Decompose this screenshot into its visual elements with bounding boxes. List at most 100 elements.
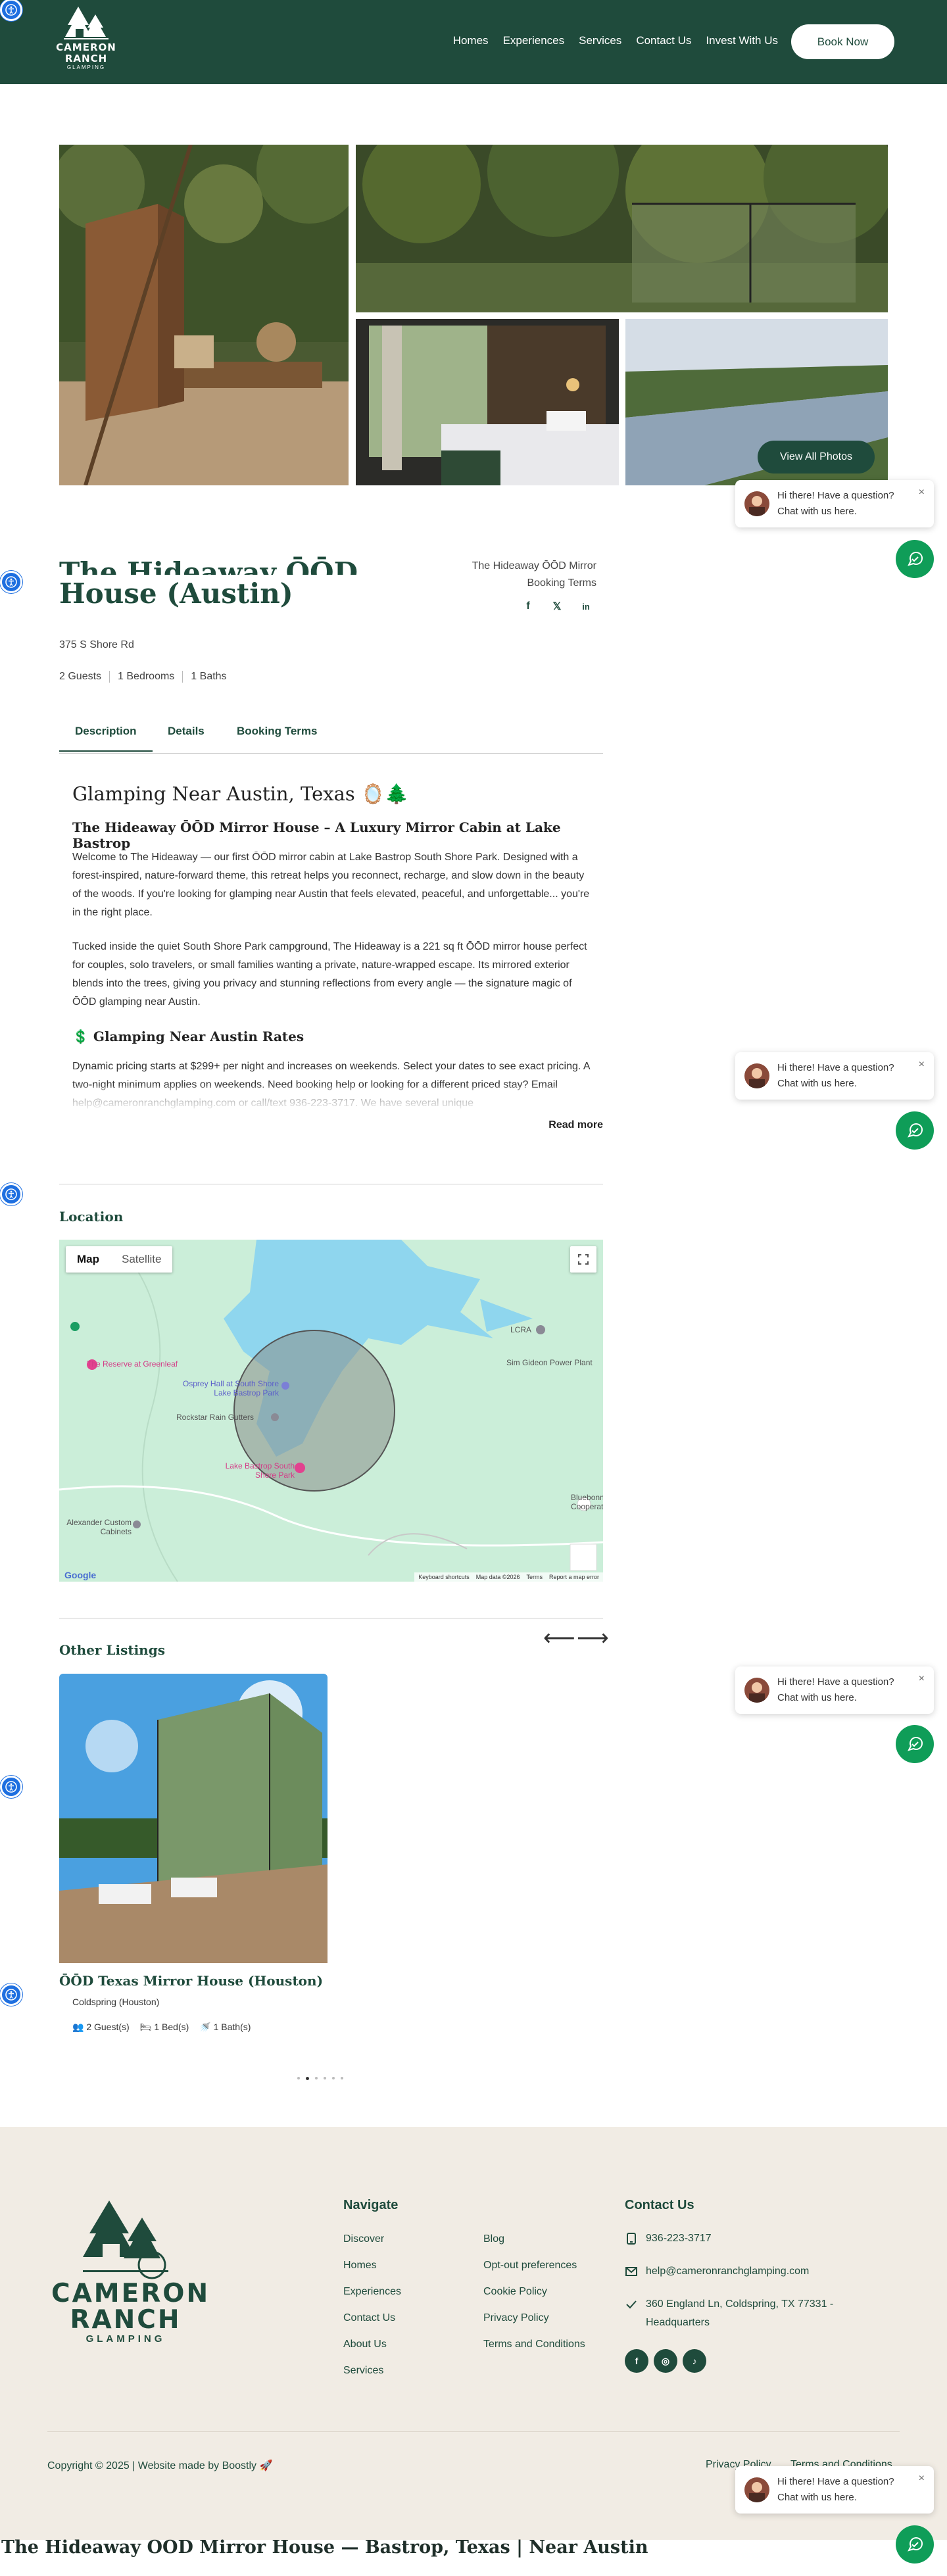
accessibility-button[interactable] bbox=[0, 1983, 22, 2006]
satellite-tab[interactable]: Satellite bbox=[110, 1246, 172, 1273]
footer-link-cookie-policy[interactable]: Cookie Policy bbox=[483, 2286, 547, 2298]
chat-launcher-button[interactable] bbox=[896, 540, 934, 578]
tab-details[interactable]: Details bbox=[168, 725, 205, 738]
chat-line2: Chat with us here. bbox=[777, 506, 857, 517]
chat-bubble-icon bbox=[908, 552, 923, 566]
chat-launcher-button[interactable] bbox=[896, 1725, 934, 1763]
linkedin-share-icon[interactable]: in bbox=[579, 600, 593, 613]
description-paragraph-2: Tucked inside the quiet South Shore Park… bbox=[72, 941, 587, 1008]
map-place-label: LCRA bbox=[510, 1325, 532, 1334]
card-guests-text: 2 Guest(s) bbox=[86, 2022, 130, 2032]
chat-popup[interactable]: Hi there! Have a question? Chat with us h… bbox=[735, 1666, 934, 1714]
pine-trees-logo-icon bbox=[64, 7, 109, 39]
description-subheading: The Hideaway ŌŌD Mirror House – A Luxury… bbox=[72, 819, 561, 851]
guests-icon: 👥 bbox=[72, 2022, 84, 2032]
map-fullscreen-button[interactable] bbox=[570, 1246, 596, 1273]
accessibility-button[interactable] bbox=[0, 571, 22, 593]
main-nav: Homes Experiences Services Contact Us In… bbox=[453, 34, 778, 47]
facebook-share-icon[interactable]: f bbox=[522, 600, 535, 613]
map-footer-item: Map data ©2026 bbox=[475, 1574, 520, 1580]
footer-phone[interactable]: 936-223-3717 bbox=[625, 2229, 712, 2248]
carousel-dot-active[interactable] bbox=[306, 2077, 309, 2080]
card-beds: 🛏 1 Bed(s) bbox=[140, 2022, 189, 2033]
nav-experiences[interactable]: Experiences bbox=[503, 34, 565, 47]
chat-close-icon[interactable]: × bbox=[919, 2473, 925, 2485]
page-title: The Hideaway OOD Mirror House — Bastrop,… bbox=[1, 2537, 648, 2558]
stat-baths: 1 Baths bbox=[182, 671, 234, 683]
footer-email[interactable]: help@cameronranchglamping.com bbox=[625, 2262, 809, 2281]
chat-close-icon[interactable]: × bbox=[919, 1059, 925, 1071]
chat-popup[interactable]: Hi there! Have a question? Chat with us h… bbox=[735, 480, 934, 527]
booking-terms-link[interactable]: Booking Terms bbox=[527, 577, 596, 589]
carousel-prev-arrow-icon[interactable]: ⟵ bbox=[543, 1627, 575, 1649]
footer-link-contact-us[interactable]: Contact Us bbox=[343, 2312, 395, 2324]
footer-link-opt-out[interactable]: Opt-out preferences bbox=[483, 2260, 577, 2272]
footer-instagram-icon[interactable]: ◎ bbox=[654, 2349, 677, 2373]
header-logo[interactable]: CAMERON RANCH GLAMPING bbox=[51, 5, 121, 79]
chat-line2: Chat with us here. bbox=[777, 1692, 857, 1703]
map-footer-item[interactable]: Keyboard shortcuts bbox=[418, 1572, 470, 1582]
carousel-dot[interactable] bbox=[324, 2077, 326, 2079]
carousel-dot[interactable] bbox=[332, 2077, 335, 2079]
book-now-button[interactable]: Book Now bbox=[791, 24, 894, 59]
footer-link-services[interactable]: Services bbox=[343, 2365, 383, 2377]
description-heading: Glamping Near Austin, Texas 🪞🌲 bbox=[72, 783, 409, 805]
nav-homes[interactable]: Homes bbox=[453, 34, 489, 47]
footer-facebook-icon[interactable]: f bbox=[625, 2349, 648, 2373]
footer-email-text[interactable]: help@cameronranchglamping.com bbox=[646, 2266, 809, 2277]
chat-line2: Chat with us here. bbox=[777, 2492, 857, 2503]
gallery-photo-outhouse[interactable] bbox=[59, 145, 349, 485]
x-share-icon[interactable]: 𝕏 bbox=[550, 600, 564, 613]
view-all-photos-button[interactable]: View All Photos bbox=[758, 441, 875, 474]
gallery-photo-forest-mirror[interactable] bbox=[356, 145, 888, 312]
carousel-next-arrow-icon[interactable]: ⟶ bbox=[577, 1627, 609, 1649]
nav-services[interactable]: Services bbox=[579, 34, 621, 47]
location-map[interactable]: The Reserve at Greenleaf Osprey Hall at … bbox=[59, 1240, 603, 1582]
carousel-dot[interactable] bbox=[297, 2077, 300, 2079]
listing-card-title[interactable]: ŌŌD Texas Mirror House (Houston) bbox=[59, 1973, 323, 1989]
footer-link-terms[interactable]: Terms and Conditions bbox=[483, 2339, 585, 2350]
listing-card-image[interactable] bbox=[59, 1674, 328, 1963]
chat-popup[interactable]: Hi there! Have a question? Chat with us h… bbox=[735, 1052, 934, 1100]
map-tab[interactable]: Map bbox=[66, 1246, 110, 1273]
carousel-dot[interactable] bbox=[341, 2077, 343, 2079]
tab-booking-terms[interactable]: Booking Terms bbox=[237, 725, 317, 738]
footer-link-experiences[interactable]: Experiences bbox=[343, 2286, 401, 2298]
footer-link-discover[interactable]: Discover bbox=[343, 2233, 384, 2245]
footer-address-line2: Headquarters bbox=[646, 2317, 710, 2328]
map-place-label: Sim Gideon Power Plant bbox=[506, 1358, 593, 1367]
footer-logo[interactable]: CAMERON RANCH GLAMPING bbox=[51, 2198, 208, 2345]
footer-link-blog[interactable]: Blog bbox=[483, 2233, 504, 2245]
footer-address-line1: 360 England Ln, Coldspring, TX 77331 - bbox=[646, 2298, 834, 2310]
nav-invest-with-us[interactable]: Invest With Us bbox=[706, 34, 778, 47]
footer-copyright: Copyright © 2025 | Website made by Boost… bbox=[47, 2460, 273, 2471]
map-footer-item[interactable]: Terms bbox=[526, 1572, 543, 1582]
card-baths: 🚿 1 Bath(s) bbox=[199, 2022, 251, 2033]
map-footer-item[interactable]: Report a map error bbox=[549, 1572, 599, 1582]
footer-tiktok-icon[interactable]: ♪ bbox=[683, 2349, 706, 2373]
map-place-label: Osprey Hall at South Shore Lake Bastrop … bbox=[182, 1379, 279, 1397]
footer-link-privacy-policy[interactable]: Privacy Policy bbox=[483, 2312, 549, 2324]
description-paragraph-1: Welcome to The Hideaway — our first ŌŌD … bbox=[72, 852, 590, 918]
chat-message: Hi there! Have a question? Chat with us h… bbox=[777, 1674, 894, 1706]
nav-contact-us[interactable]: Contact Us bbox=[636, 34, 691, 47]
phone-icon bbox=[625, 2232, 638, 2245]
accessibility-button[interactable] bbox=[0, 1183, 22, 1205]
chat-close-icon[interactable]: × bbox=[919, 487, 925, 498]
footer-link-about-us[interactable]: About Us bbox=[343, 2339, 387, 2350]
agent-avatar bbox=[744, 2477, 769, 2502]
card-beds-text: 1 Bed(s) bbox=[154, 2022, 189, 2032]
listing-stats: 2 Guests 1 Bedrooms 1 Baths bbox=[59, 671, 235, 683]
gallery-photo-bedroom[interactable] bbox=[356, 319, 619, 485]
accessibility-button[interactable] bbox=[0, 1776, 22, 1798]
read-more-link[interactable]: Read more bbox=[548, 1119, 603, 1131]
carousel-dot[interactable] bbox=[315, 2077, 318, 2079]
chat-popup[interactable]: Hi there! Have a question? Chat with us h… bbox=[735, 2466, 934, 2514]
footer-phone-text[interactable]: 936-223-3717 bbox=[646, 2233, 712, 2244]
chat-close-icon[interactable]: × bbox=[919, 1673, 925, 1685]
envelope-icon bbox=[625, 2265, 638, 2278]
tab-description[interactable]: Description bbox=[59, 725, 152, 752]
footer-link-homes[interactable]: Homes bbox=[343, 2260, 377, 2272]
chat-launcher-button[interactable] bbox=[896, 1111, 934, 1150]
chat-launcher-button[interactable] bbox=[896, 2525, 934, 2564]
